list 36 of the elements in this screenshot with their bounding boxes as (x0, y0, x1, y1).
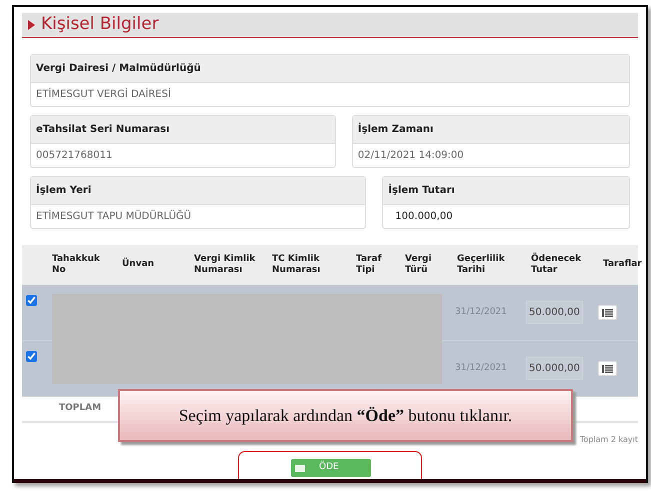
record-count: Toplam 2 kayıt (578, 434, 638, 446)
field-value: 100.000,00 (383, 204, 629, 228)
pay-button[interactable]: ÖDE (291, 459, 371, 477)
column-header: Vergi Türü (405, 254, 433, 276)
field-label: İşlem Tutarı (383, 177, 629, 204)
field-label: eTahsilat Seri Numarası (31, 116, 335, 143)
column-header: Tahakkuk No (52, 254, 101, 276)
column-header: Taraflar (603, 259, 642, 271)
row-checkbox[interactable] (26, 295, 37, 306)
column-header: Vergi Kimlik Numarası (194, 254, 256, 276)
field-value: 005721768011 (31, 143, 335, 167)
parties-button[interactable] (598, 361, 617, 376)
row-checkbox[interactable] (26, 351, 37, 362)
section-title: Kişisel Bilgiler (41, 13, 159, 36)
column-header: TC Kimlik Numarası (272, 254, 322, 276)
date-cell-text: 31/12/2021 (454, 306, 508, 319)
column-header: Ünvan (122, 259, 156, 271)
list-icon (602, 308, 613, 316)
amount-field: 50.000,00 (526, 357, 583, 380)
field-label: İşlem Yeri (31, 177, 366, 204)
field-label: Vergi Dairesi / Malmüdürlüğü (31, 55, 629, 82)
column-header: Taraf Tipi (356, 254, 383, 276)
amount-field: 50.000,00 (526, 301, 583, 324)
date-cell-text: 31/12/2021 (454, 362, 508, 375)
list-icon (602, 364, 613, 372)
field-value: 02/11/2021 14:09:00 (352, 143, 629, 167)
callout-text: Seçim yapılarak ardından “Öde” butonu tıklanır. (178, 404, 512, 427)
field-value: ETİMESGUT TAPU MÜDÜRLÜĞÜ (31, 204, 366, 228)
caret-icon (28, 20, 35, 30)
payment-icon (295, 464, 305, 472)
field-label: İşlem Zamanı (352, 116, 629, 143)
column-header: Geçerlilik Tarihi (457, 254, 506, 276)
parties-button[interactable] (598, 305, 617, 320)
field-value: ETİMESGUT VERGİ DAİRESİ (31, 82, 629, 106)
column-header: Ödenecek Tutar (531, 254, 582, 276)
total-label: TOPLAM (59, 402, 102, 416)
